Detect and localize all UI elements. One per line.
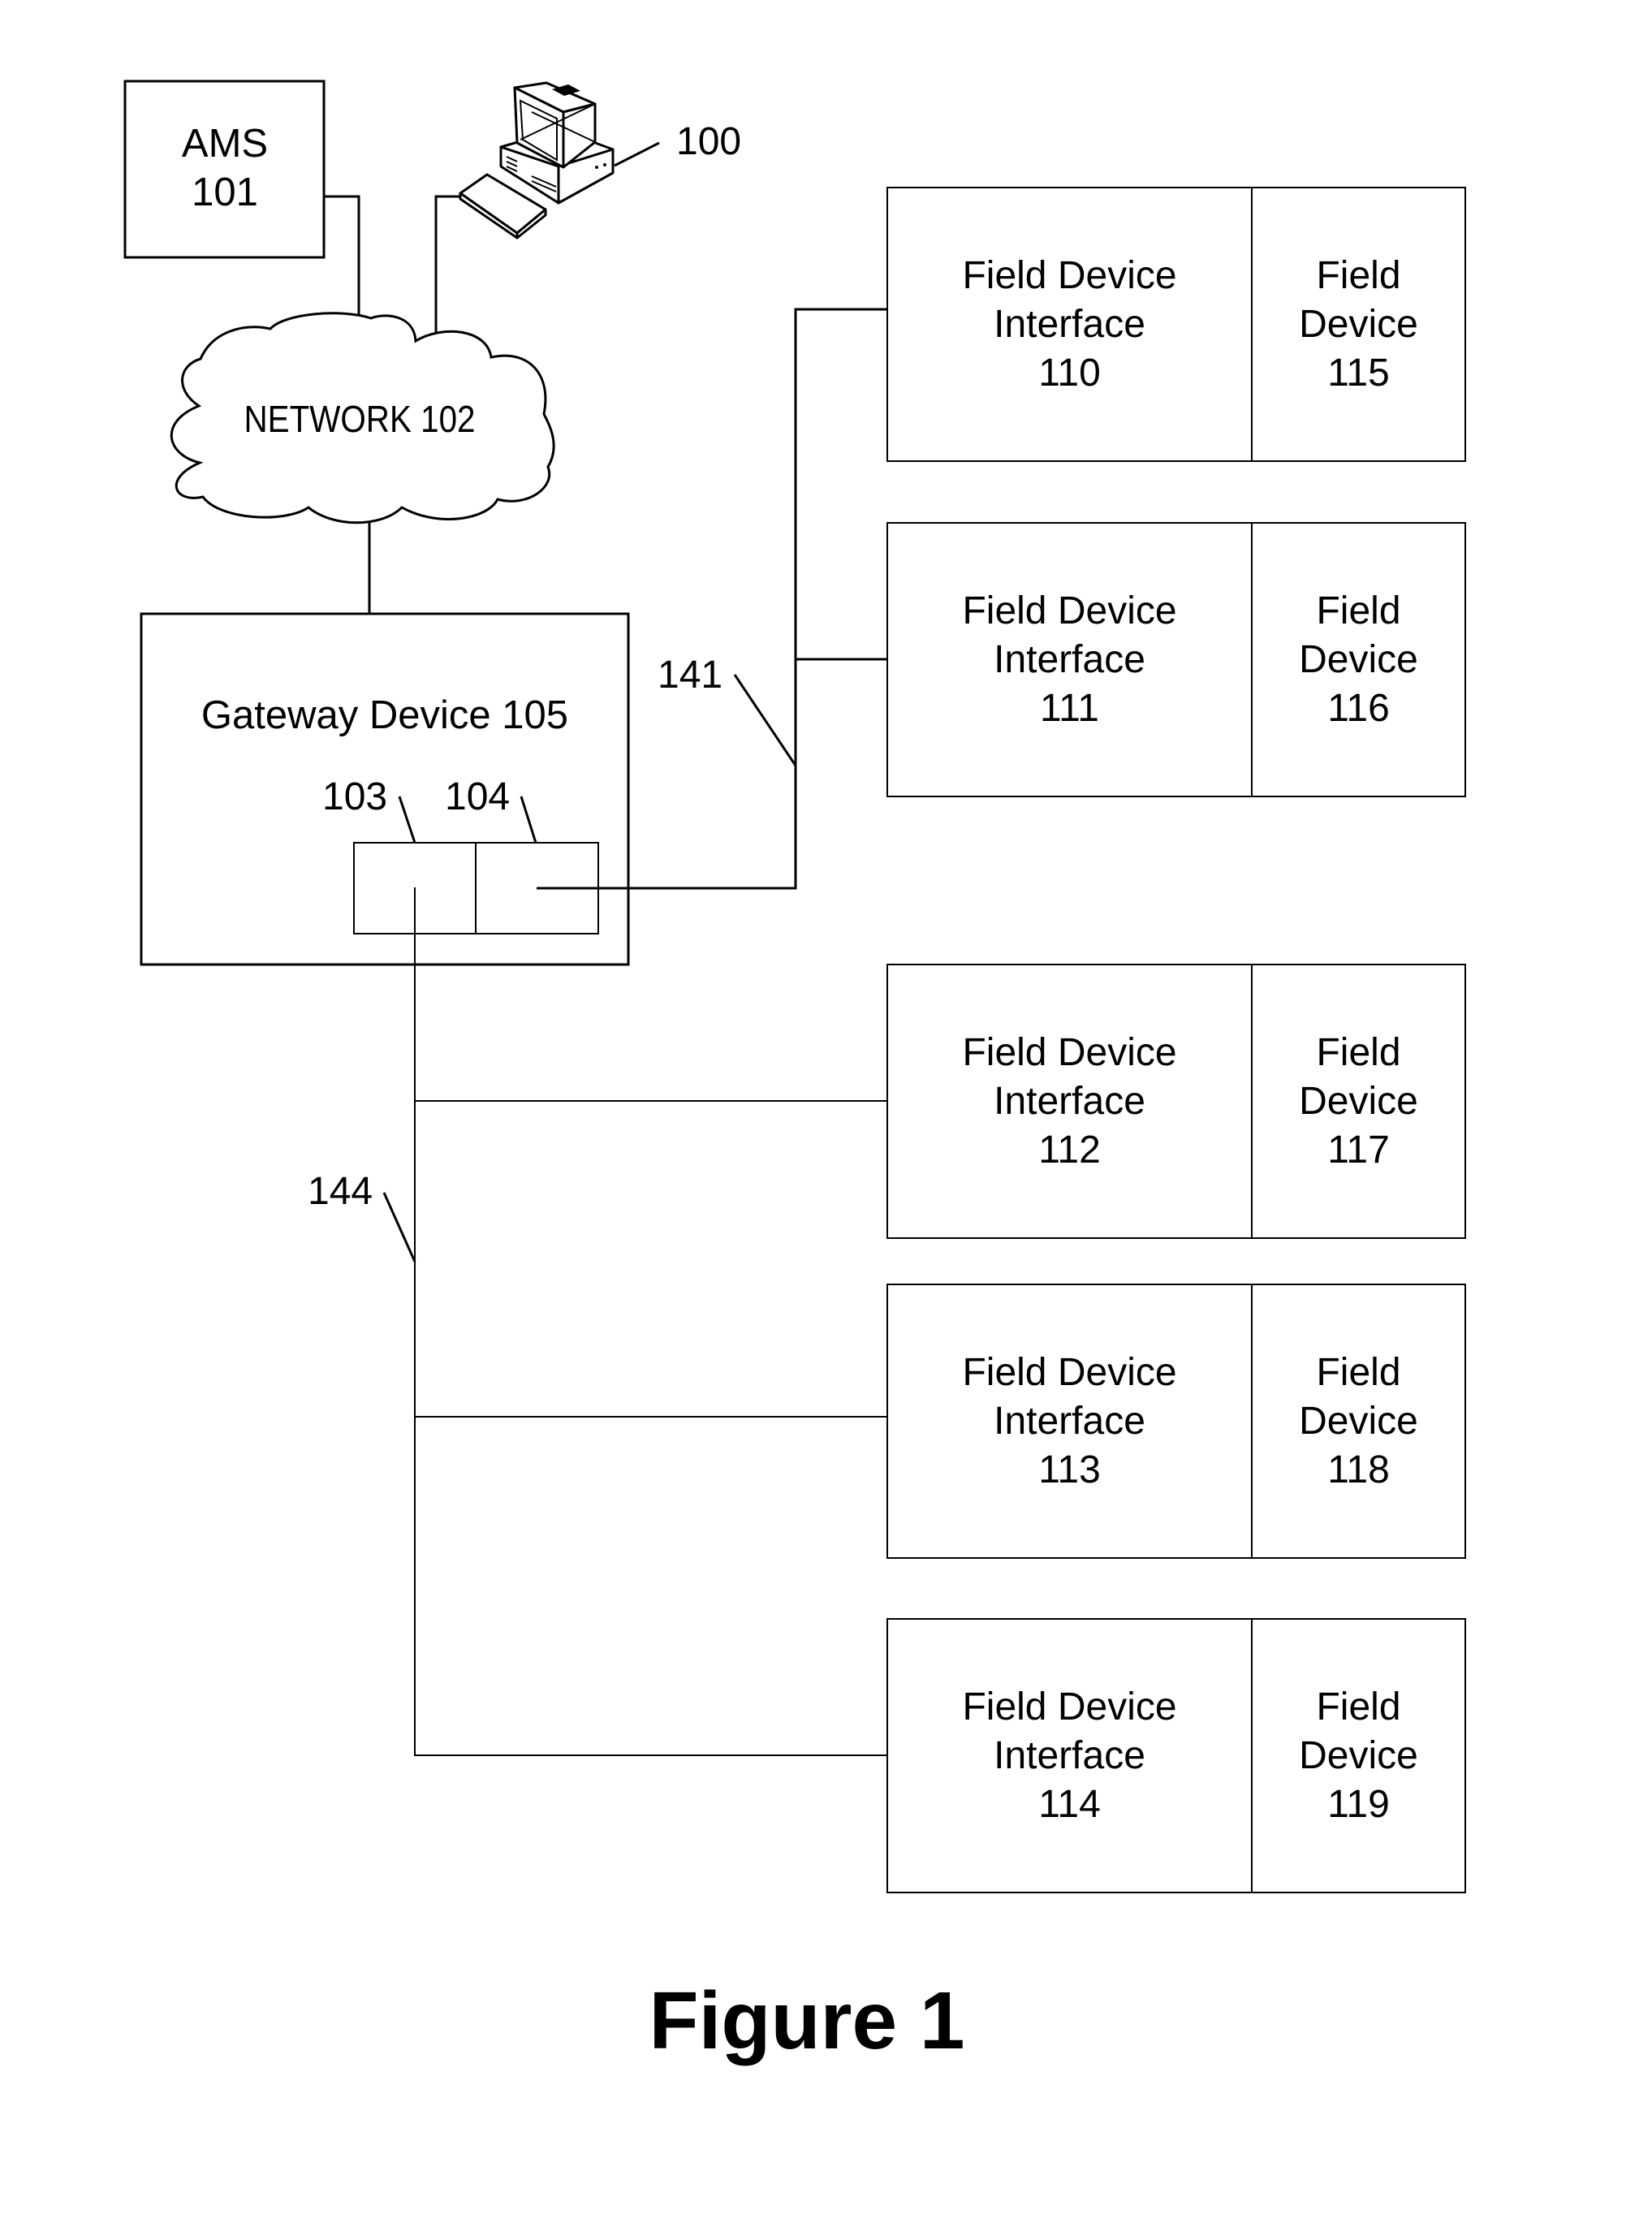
- port-104-ref: 104: [445, 775, 510, 818]
- field-row: Field Device Interface 112 Field Device 117: [886, 964, 1466, 1239]
- bus-141-leader: [733, 674, 797, 766]
- field-device-label: 118: [1327, 1448, 1390, 1491]
- field-device-rows: Field DeviceInterface110FieldDevice115Fi…: [886, 187, 1466, 1893]
- ams-network-link: [324, 195, 360, 318]
- field-device-interface-label: Field Device: [962, 1351, 1176, 1394]
- field-row: Field Device Interface 111 Field Device 116: [886, 522, 1466, 797]
- bus-144-ref: 144: [308, 1170, 373, 1213]
- bus-141-ref: 141: [658, 654, 722, 697]
- field-row: Field Device Interface 110 Field Device 115: [886, 187, 1466, 462]
- field-device-label: 115: [1327, 352, 1390, 395]
- field-device-label: Device: [1299, 1080, 1418, 1123]
- field-device-interface-label: Interface: [994, 1734, 1145, 1777]
- computer-leader: [614, 141, 660, 167]
- field-device-label: Field: [1316, 589, 1400, 632]
- figure-caption: Figure 1: [649, 1975, 965, 2066]
- field-device-interface-label: Field Device: [962, 1031, 1176, 1074]
- ams-label: AMS: [182, 122, 268, 166]
- field-device-interface-label: Interface: [994, 1400, 1145, 1443]
- field-row: Field Device Interface 113 Field Device 118: [886, 1284, 1466, 1559]
- field-device-label: Field: [1316, 254, 1400, 297]
- port-103-ref: 103: [322, 775, 387, 818]
- ams-ref: 101: [192, 170, 258, 214]
- field-device-interface-label: 111: [1040, 687, 1099, 730]
- field-device-label: 119: [1327, 1783, 1390, 1826]
- field-device-interface-label: Field Device: [962, 589, 1176, 632]
- field-device-label: Device: [1299, 638, 1418, 681]
- field-device-interface-label: Field Device: [962, 254, 1176, 297]
- field-device-interface-label: Interface: [994, 1080, 1145, 1123]
- gateway-label: Gateway Device 105: [201, 693, 568, 737]
- field-device-interface-label: Interface: [994, 638, 1145, 681]
- bus-144-leader: [382, 1192, 416, 1262]
- field-device-label: 117: [1327, 1129, 1390, 1172]
- field-device-label: Device: [1299, 1400, 1418, 1443]
- desktop-computer-icon: [459, 81, 615, 240]
- field-device-interface-label: Field Device: [962, 1685, 1176, 1728]
- field-device-label: Field: [1316, 1031, 1400, 1074]
- computer-ref: 100: [676, 120, 741, 163]
- field-device-label: Device: [1299, 303, 1418, 346]
- field-device-label: Field: [1316, 1685, 1400, 1728]
- ams-node: AMS 101: [123, 80, 326, 259]
- field-device-interface-label: 114: [1038, 1783, 1101, 1826]
- system-diagram: AMS 101 100 NETWORK 102 Gateway Device 1…: [123, 80, 1466, 2066]
- computer-network-link: [434, 195, 460, 333]
- field-row: Field Device Interface 114 Field Device 119: [886, 1618, 1466, 1893]
- gateway-device: Gateway Device 105 103 104: [140, 612, 630, 966]
- ams-box: [123, 80, 326, 259]
- field-device-label: 116: [1327, 687, 1390, 730]
- field-device-label: Device: [1299, 1734, 1418, 1777]
- field-device-label: Field: [1316, 1351, 1400, 1394]
- field-device-interface-label: 113: [1038, 1448, 1101, 1491]
- bus-144: [414, 887, 887, 1756]
- cloud-icon: NETWORK 102: [170, 312, 555, 524]
- field-device-interface-label: Interface: [994, 303, 1145, 346]
- network-label: NETWORK 102: [244, 398, 476, 440]
- field-device-interface-label: 112: [1038, 1129, 1101, 1172]
- field-device-interface-label: 110: [1038, 352, 1101, 395]
